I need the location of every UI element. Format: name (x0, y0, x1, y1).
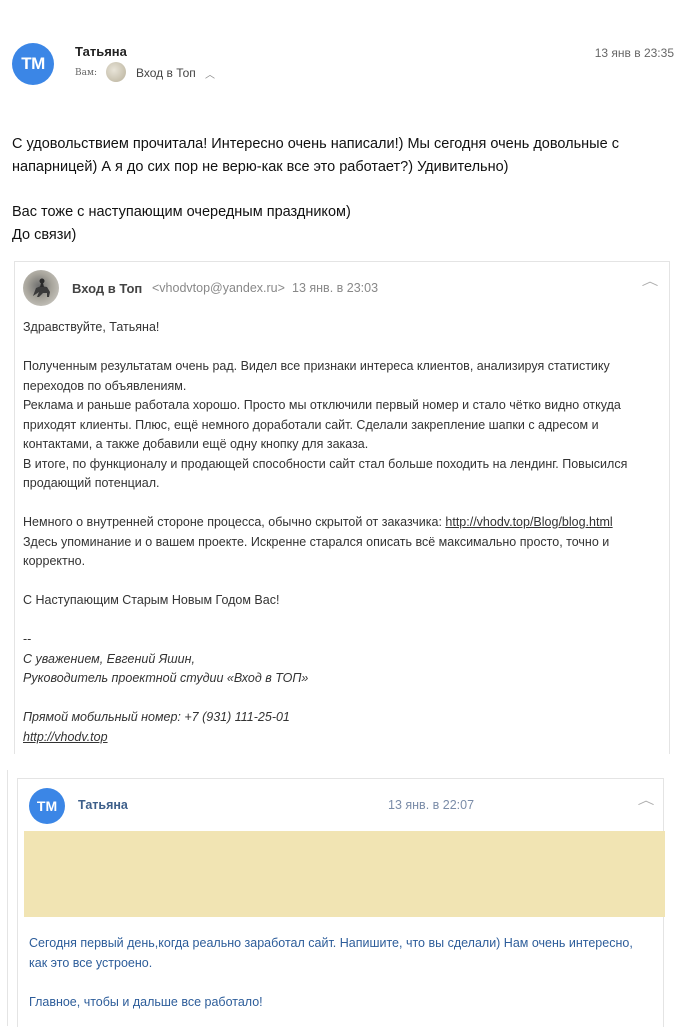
quote2-line: Сегодня первый день,когда реально зарабо… (29, 936, 633, 950)
quote-line: Немного о внутренней стороне процесса, о… (23, 513, 663, 533)
blog-link[interactable]: http://vhodv.top/Blog/blog.html (445, 515, 612, 529)
recipient-avatar[interactable] (106, 62, 126, 82)
quote-line: контактами, а также добавили ещё одну кн… (23, 437, 369, 451)
quote2-line: как это все устроено. (29, 955, 153, 970)
quote-line: Реклама и раньше работала хорошо. Просто… (23, 398, 621, 412)
signature-link-line: http://vhodv.top (23, 728, 663, 748)
message-line: Вас тоже с наступающим очередным праздни… (12, 204, 351, 220)
sent-time: 13 янв в 23:35 (594, 46, 674, 60)
quote-line: переходов по объявлениям. (23, 378, 187, 393)
quote-border (7, 770, 12, 1026)
quote-sender-avatar[interactable] (23, 270, 59, 306)
message-body: С удовольствием прочитала! Интересно оче… (12, 133, 672, 246)
signature-line: Руководитель проектной студии «Вход в ТО… (23, 671, 309, 685)
site-link[interactable]: http://vhodv.top (23, 730, 108, 744)
to-label: Вам: (75, 68, 98, 78)
quote2-time: 13 янв. в 22:07 (388, 798, 475, 812)
signature-phone: Прямой мобильный номер: +7 (931) 111-25-… (23, 710, 290, 724)
signature-line: С уважением, Евгений Яшин, (23, 651, 195, 666)
sender-name[interactable]: Татьяна (75, 44, 127, 59)
quote-line: корректно. (23, 554, 86, 568)
highlighted-block (24, 831, 665, 917)
chevron-up-icon[interactable]: ︿ (642, 272, 659, 289)
quote-time: 13 янв. в 23:03 (292, 281, 379, 295)
quote-text: Немного о внутренней стороне процесса, о… (23, 515, 446, 529)
quote2-sender-avatar[interactable]: ТМ (29, 788, 65, 824)
sender-avatar[interactable]: ТМ (12, 43, 54, 85)
chevron-up-icon[interactable]: ︿ (638, 791, 655, 808)
recipient-name[interactable]: Вход в Топ (136, 66, 196, 80)
message-line: До связи) (12, 226, 77, 243)
quote-line: Здесь упоминание и о вашем проекте. Искр… (23, 534, 610, 549)
signature-dash: -- (23, 632, 32, 646)
horse-rider-icon (33, 278, 50, 297)
quote-greeting: Здравствуйте, Татьяна! (23, 320, 160, 334)
quote-line: приходят клиенты. Плюс, ещё немного дора… (23, 417, 599, 432)
quote2-body: Сегодня первый день,когда реально зарабо… (29, 934, 659, 1012)
quote2-line: Главное, чтобы и дальше все работало! (29, 994, 263, 1009)
message-paragraph: С удовольствием прочитала! Интересно оче… (12, 136, 619, 175)
quote-body: Здравствуйте, Татьяна! Полученным резуль… (23, 318, 663, 747)
quote-line: В итоге, по функционалу и продающей спос… (23, 456, 628, 471)
quote-line: С Наступающим Старым Новым Годом Вас! (23, 593, 280, 607)
chevron-up-icon[interactable]: ︿ (205, 66, 215, 81)
quote-sender-name[interactable]: Вход в Топ (72, 281, 142, 296)
quote-sender-email: <vhodvtop@yandex.ru> (152, 281, 285, 295)
quote2-sender-name[interactable]: Татьяна (78, 798, 128, 812)
quote-line: Полученным результатам очень рад. Видел … (23, 359, 610, 373)
quote-line: продающий потенциал. (23, 476, 160, 490)
